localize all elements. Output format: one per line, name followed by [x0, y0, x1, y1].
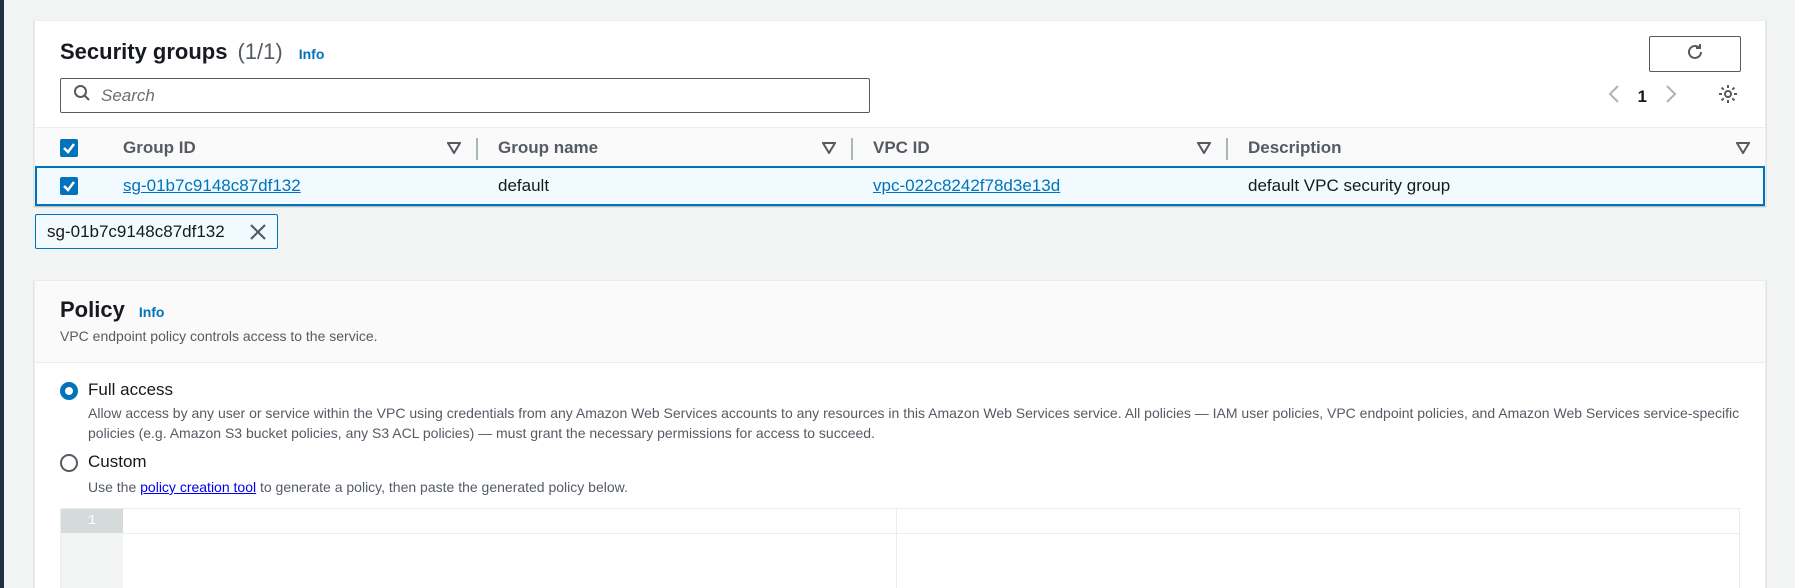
refresh-icon	[1685, 42, 1705, 67]
next-page-icon[interactable]	[1665, 84, 1677, 109]
row-select-checkbox[interactable]	[60, 177, 78, 195]
search-icon	[73, 84, 91, 107]
sort-down-icon[interactable]	[446, 141, 462, 159]
security-groups-count: (1/1)	[237, 39, 283, 64]
dismiss-token-close-icon[interactable]	[249, 223, 267, 246]
search-field[interactable]	[60, 78, 870, 113]
refresh-button[interactable]	[1649, 36, 1741, 72]
column-header-group-id[interactable]: Group ID	[123, 128, 196, 168]
editor-gutter: 1	[61, 509, 123, 588]
custom-description: Use the policy creation tool to generate…	[88, 477, 1748, 497]
sort-down-icon[interactable]	[1735, 141, 1751, 159]
column-header-group-name[interactable]: Group name	[498, 128, 598, 168]
policy-header: Policy Info VPC endpoint policy controls…	[35, 281, 1765, 363]
column-resizer[interactable]	[476, 138, 478, 160]
previous-page-icon[interactable]	[1608, 84, 1620, 109]
full-access-description: Allow access by any user or service with…	[88, 405, 1740, 441]
group-name-cell: default	[498, 176, 550, 195]
custom-description-prefix: Use the	[88, 479, 141, 495]
table-preferences-button[interactable]	[1717, 83, 1739, 110]
gear-icon	[1717, 85, 1739, 109]
sort-down-icon[interactable]	[821, 141, 837, 159]
vpc-id-link[interactable]: vpc-022c8242f78d3e13d	[873, 176, 1060, 196]
column-header-vpc-id[interactable]: VPC ID	[873, 128, 930, 168]
column-resizer[interactable]	[1226, 138, 1228, 160]
description-cell: default VPC security group	[1248, 176, 1451, 195]
select-all-checkbox[interactable]	[60, 139, 78, 157]
full-access-radio[interactable]	[60, 382, 78, 400]
table-header: Group ID Group name VPC ID Description	[35, 127, 1765, 167]
security-groups-panel: Security groups (1/1) Info 1	[34, 20, 1766, 206]
policy-info-link[interactable]: Info	[139, 304, 165, 320]
security-groups-header: Security groups (1/1) Info	[60, 39, 324, 65]
policy-title: Policy	[60, 297, 125, 322]
policy-code-editor[interactable]: 1	[60, 508, 1740, 588]
custom-label[interactable]: Custom	[88, 452, 147, 472]
editor-pane-divider	[896, 509, 897, 588]
security-groups-info-link[interactable]: Info	[299, 46, 325, 62]
selected-group-token: sg-01b7c9148c87df132	[35, 214, 278, 249]
column-header-description[interactable]: Description	[1248, 128, 1342, 168]
group-id-link[interactable]: sg-01b7c9148c87df132	[123, 176, 301, 196]
policy-panel: Policy Info VPC endpoint policy controls…	[34, 280, 1766, 588]
policy-description: VPC endpoint policy controls access to t…	[60, 328, 378, 344]
token-label: sg-01b7c9148c87df132	[47, 221, 225, 241]
custom-radio[interactable]	[60, 454, 78, 472]
table-row[interactable]: sg-01b7c9148c87df132 default vpc-022c824…	[35, 166, 1765, 206]
search-input[interactable]	[101, 85, 861, 106]
security-groups-title: Security groups	[60, 39, 228, 64]
editor-line-number: 1	[61, 509, 123, 533]
current-page-number[interactable]: 1	[1638, 87, 1647, 107]
left-edge-rule	[0, 0, 4, 588]
column-label: VPC ID	[873, 138, 930, 157]
custom-description-suffix: to generate a policy, then paste the gen…	[256, 479, 628, 495]
column-label: Group name	[498, 138, 599, 157]
pagination: 1	[1608, 84, 1677, 109]
column-resizer[interactable]	[851, 138, 853, 160]
full-access-label[interactable]: Full access	[88, 380, 173, 400]
sort-down-icon[interactable]	[1196, 141, 1212, 159]
editor-line-divider	[123, 533, 1739, 534]
policy-creation-tool-link[interactable]: policy creation tool	[140, 479, 256, 495]
column-label: Description	[1248, 138, 1342, 157]
column-label: Group ID	[123, 138, 196, 157]
